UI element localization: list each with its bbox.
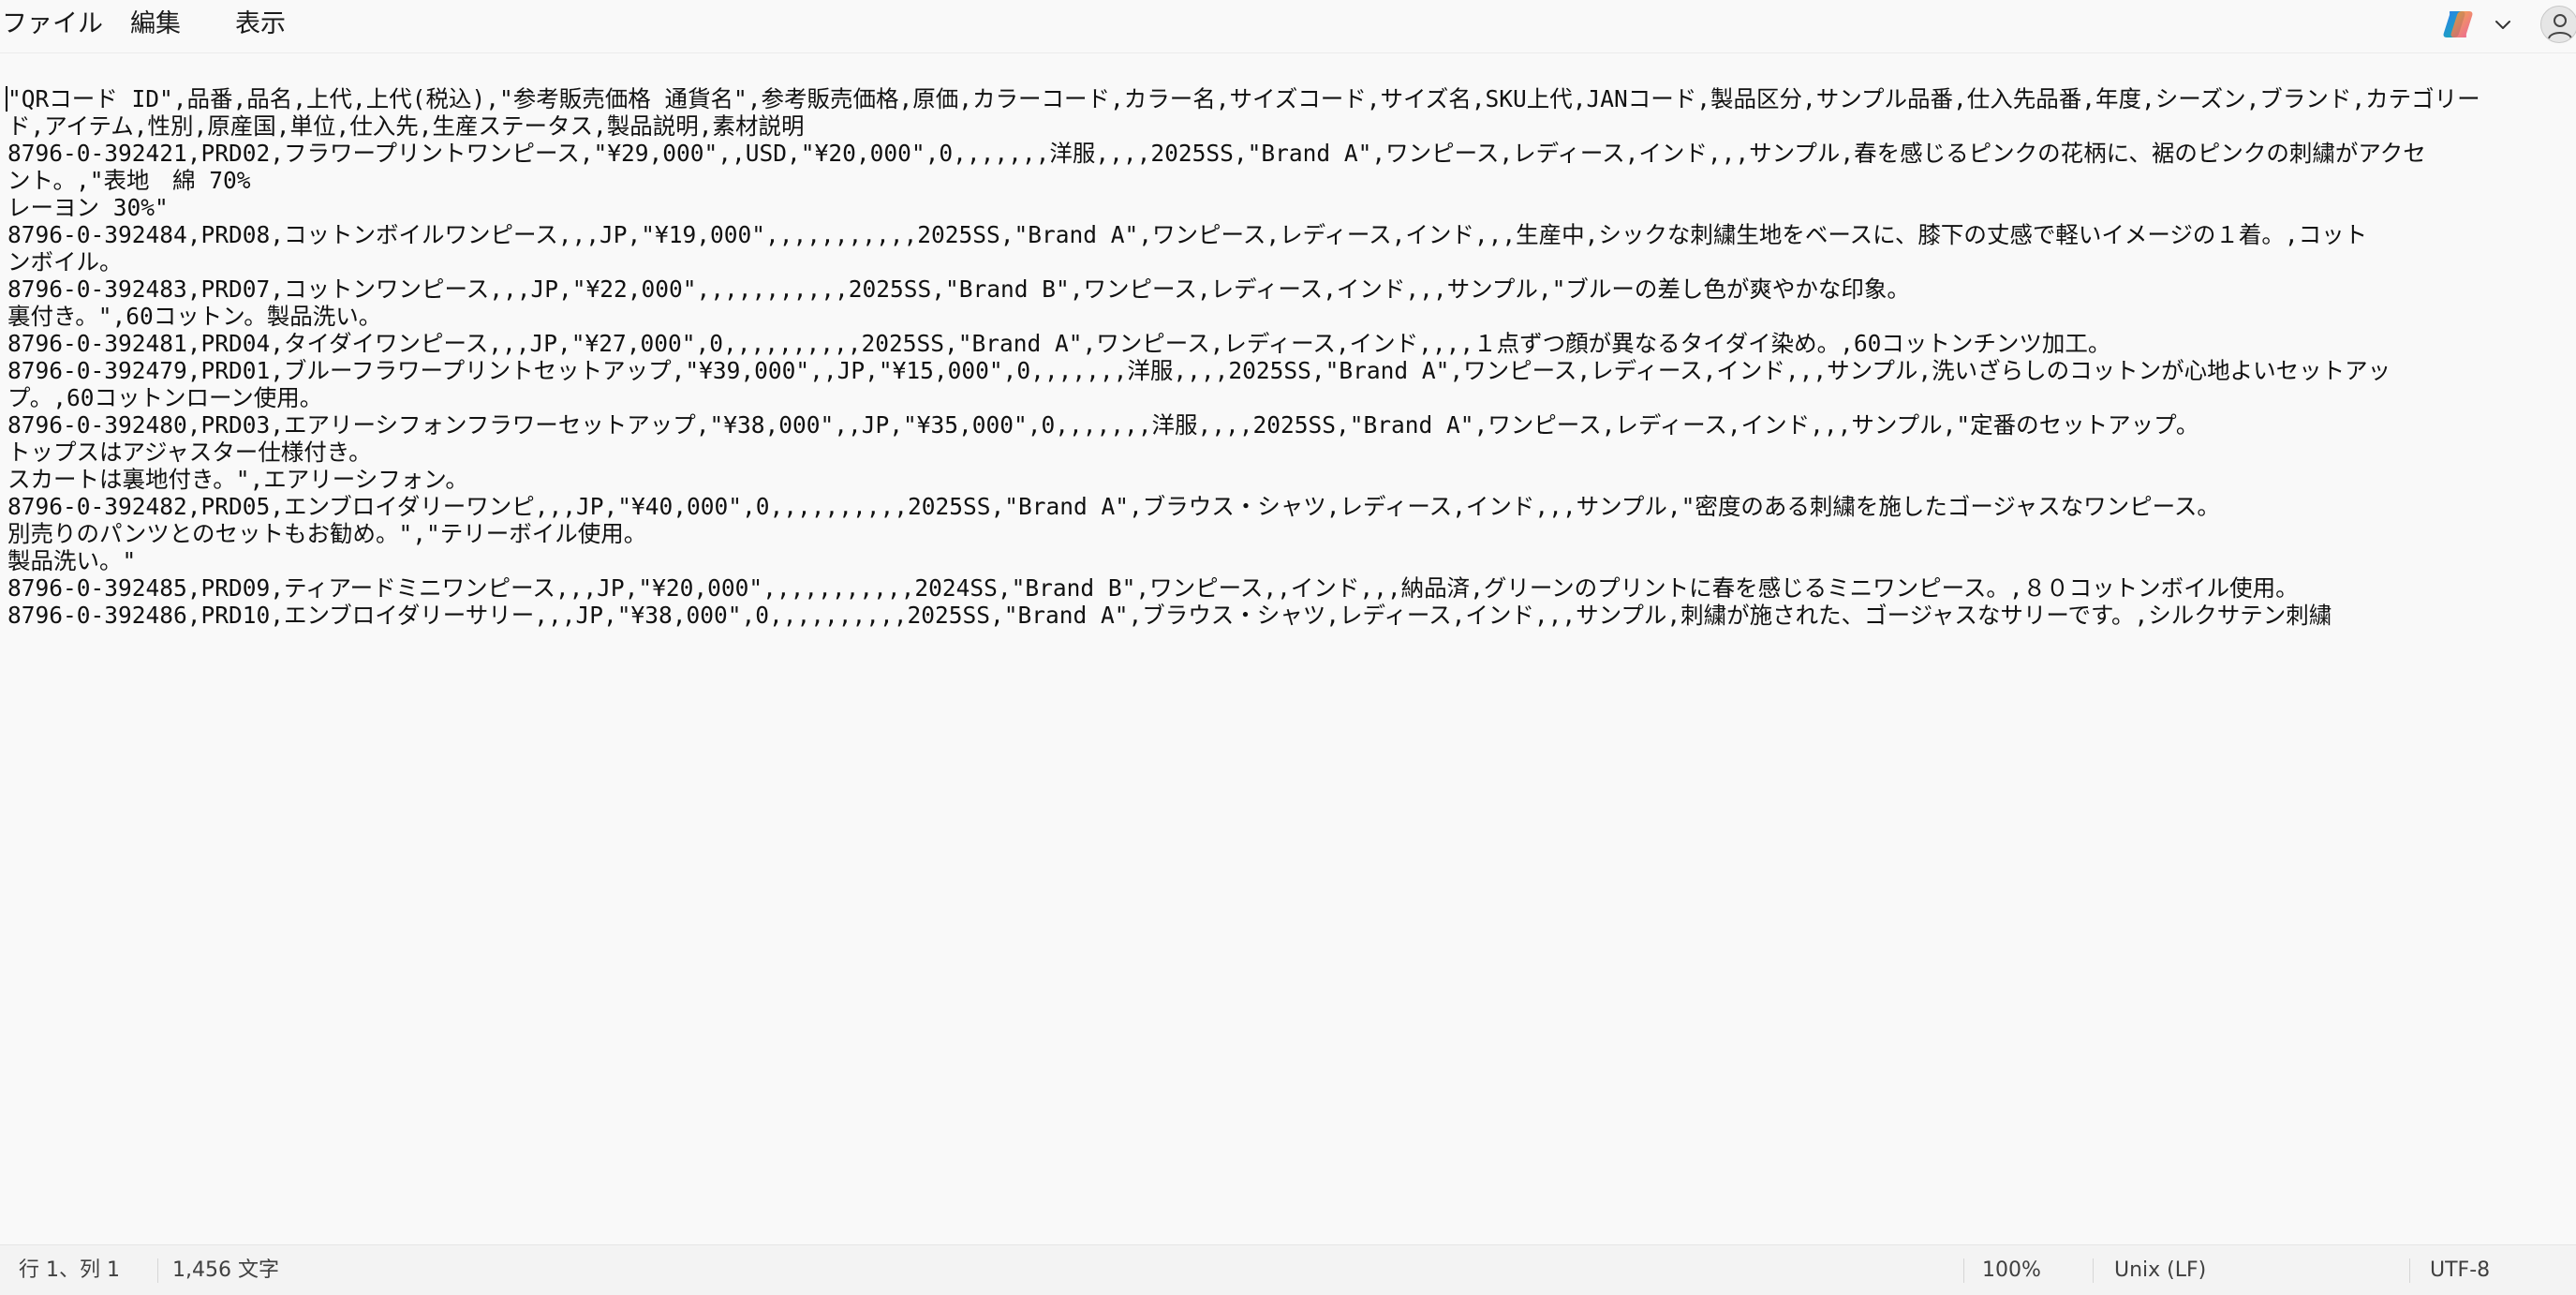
text-content: "QRコード ID",品番,品名,上代,上代(税込),"参考販売価格 通貨名",…	[7, 85, 2480, 629]
chevron-down-icon[interactable]	[2492, 13, 2514, 36]
text-line: プ。,60コットンローン使用。	[7, 384, 323, 411]
menu-view[interactable]: 表示	[235, 0, 286, 49]
text-line: 裏付き。",60コットン。製品洗い。	[7, 303, 382, 330]
character-count: 1,456 文字	[172, 1258, 279, 1282]
menu-file[interactable]: ファイル	[2, 0, 103, 49]
text-editor-area[interactable]: "QRコード ID",品番,品名,上代,上代(税込),"参考販売価格 通貨名",…	[0, 53, 2576, 1243]
copilot-icon[interactable]	[2441, 7, 2475, 41]
text-line: 8796-0-392421,PRD02,フラワープリントワンピース,"¥29,0…	[7, 140, 2426, 167]
text-line: ド,アイテム,性別,原産国,単位,仕入先,生産ステータス,製品説明,素材説明	[7, 112, 805, 140]
text-line: トップスはアジャスター仕様付き。	[7, 439, 372, 466]
text-line: 8796-0-392486,PRD10,エンブロイダリーサリー,,,JP,"¥3…	[7, 602, 2332, 629]
status-divider	[157, 1258, 158, 1283]
menu-bar: ファイル 編集 表示	[0, 0, 2576, 49]
status-bar: 行 1、列 1 1,456 文字 100% Unix (LF) UTF-8	[0, 1244, 2576, 1295]
text-line: 別売りのパンツとのセットもお勧め。","テリーボイル使用。	[7, 520, 647, 547]
text-line: 8796-0-392482,PRD05,エンブロイダリーワンピ,,,JP,"¥4…	[7, 493, 2220, 520]
status-divider	[2409, 1258, 2410, 1283]
text-line: 8796-0-392484,PRD08,コットンボイルワンピース,,,JP,"¥…	[7, 221, 2368, 248]
status-divider	[2093, 1258, 2094, 1283]
cursor-position[interactable]: 行 1、列 1	[19, 1245, 120, 1295]
text-line: レーヨン 30%"	[7, 194, 169, 221]
account-icon[interactable]	[2540, 6, 2576, 43]
text-line: 8796-0-392481,PRD04,タイダイワンピース,,,JP,"¥27,…	[7, 330, 2111, 357]
text-line: 8796-0-392483,PRD07,コットンワンピース,,,JP,"¥22,…	[7, 275, 1910, 303]
menu-edit[interactable]: 編集	[130, 0, 181, 49]
text-line: "QRコード ID",品番,品名,上代,上代(税込),"参考販売価格 通貨名",…	[7, 85, 2480, 112]
line-ending[interactable]: Unix (LF)	[2114, 1245, 2206, 1295]
notepad-window: ファイル 編集 表示 "QRコード ID",品番,品名,上代,上代(税込),"参…	[0, 0, 2576, 1295]
text-line: 8796-0-392480,PRD03,エアリーシフォンフラワーセットアップ,"…	[7, 411, 2199, 439]
status-divider	[1963, 1258, 1964, 1283]
text-line: 製品洗い。"	[7, 547, 137, 574]
text-line: ンボイル。	[7, 248, 123, 275]
text-line: ント。,"表地 綿 70%	[7, 167, 251, 194]
text-line: 8796-0-392485,PRD09,ティアードミニワンピース,,,JP,"¥…	[7, 574, 2299, 602]
text-line: 8796-0-392479,PRD01,ブルーフラワープリントセットアップ,"¥…	[7, 357, 2391, 384]
encoding[interactable]: UTF-8	[2430, 1245, 2490, 1295]
text-line: スカートは裏地付き。",エアリーシフォン。	[7, 466, 468, 493]
zoom-level[interactable]: 100%	[1982, 1245, 2041, 1295]
